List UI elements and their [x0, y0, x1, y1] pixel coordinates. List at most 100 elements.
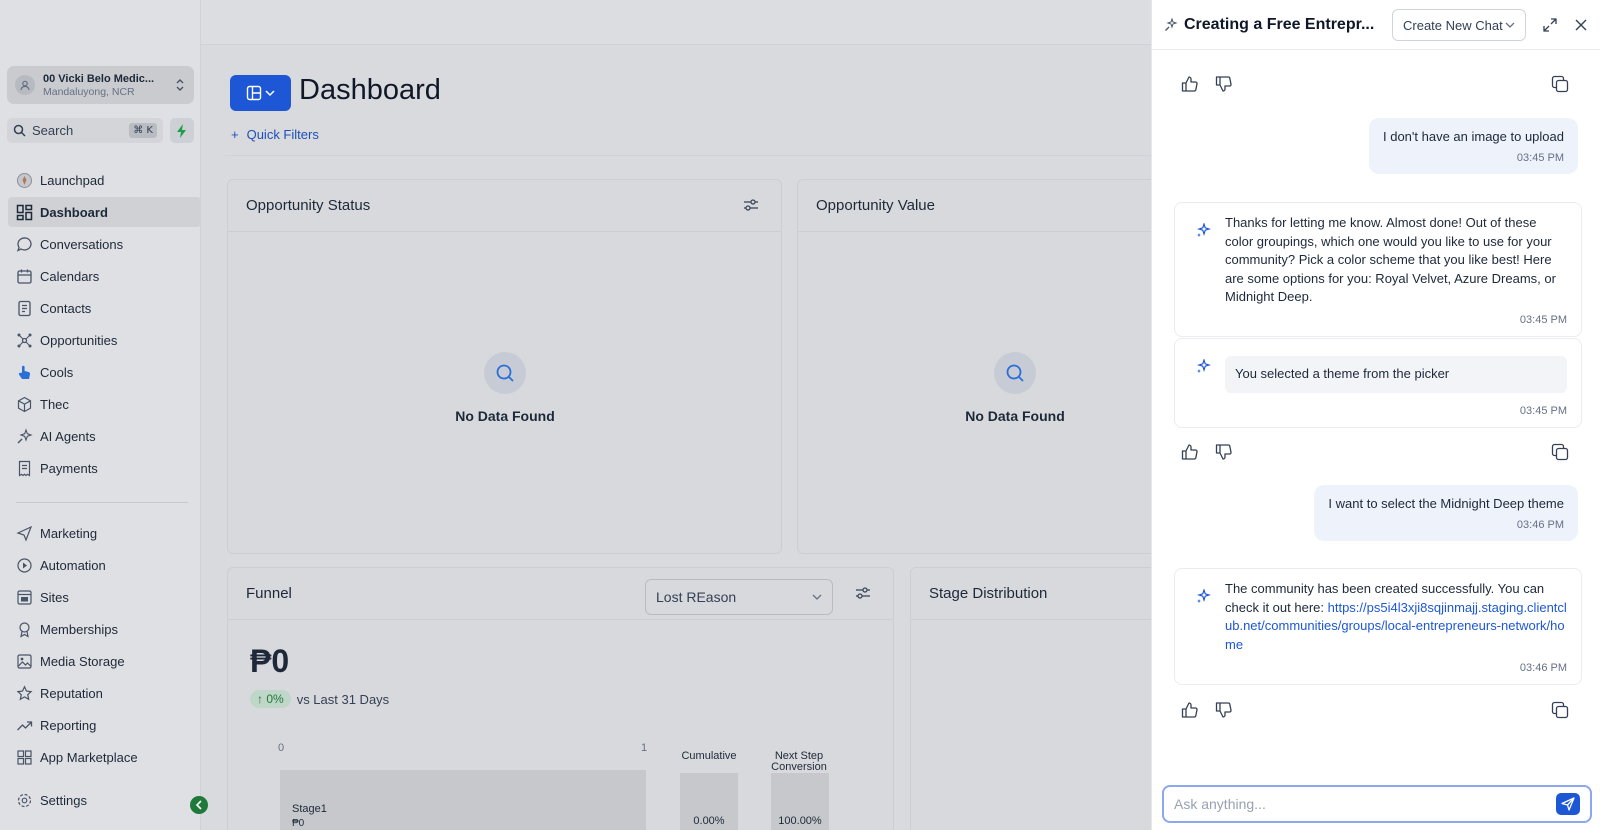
sidebar-item-cools[interactable]: Cools: [8, 357, 201, 387]
thumbs-up-icon[interactable]: [1180, 442, 1200, 462]
search-button[interactable]: Search ⌘ K: [7, 118, 163, 143]
send-icon: [1561, 797, 1575, 811]
ai-sparkle-icon: [1197, 223, 1211, 237]
sidebar-item-calendars[interactable]: Calendars: [8, 261, 201, 291]
theme-picker-result: You selected a theme from the picker: [1225, 356, 1567, 393]
quick-action-button[interactable]: [170, 118, 194, 143]
stage-distribution-card: Stage Distribution: [910, 567, 1167, 830]
lost-reason-select[interactable]: Lost REason: [645, 579, 833, 615]
search-icon: [13, 124, 26, 137]
sidebar-item-label: Payments: [40, 460, 98, 476]
sidebar-item-label: Calendars: [40, 268, 100, 284]
create-new-chat-select[interactable]: Create New Chat: [1392, 9, 1526, 41]
thumbs-up-icon[interactable]: [1180, 700, 1200, 720]
play-circle-icon: [17, 557, 32, 573]
search-shortcut: ⌘ K: [129, 123, 157, 138]
chat-header: Creating a Free Entrepr... Create New Ch…: [1152, 0, 1600, 50]
cumulative-ribbon: 0.00%: [680, 773, 738, 830]
thumbs-down-icon[interactable]: [1214, 442, 1234, 462]
assistant-message: The community has been created successfu…: [1174, 568, 1582, 685]
sidebar-item-label: Media Storage: [40, 653, 125, 669]
account-switcher[interactable]: 00 Vicki Belo Medic... Mandaluyong, NCR: [7, 66, 194, 104]
sidebar-item-conversations[interactable]: Conversations: [8, 229, 201, 259]
opportunity-value-card: Opportunity Value No Data Found: [797, 179, 1167, 554]
contact-book-icon: [18, 300, 31, 316]
apps-icon: [17, 749, 32, 765]
next-step-header: Next Step Conversion: [771, 750, 827, 773]
receipt-icon: [18, 460, 31, 477]
sidebar-item-label: Dashboard: [40, 204, 108, 220]
cumulative-value: 0.00%: [693, 815, 725, 827]
award-icon: [19, 621, 30, 638]
message-time: 03:46 PM: [1516, 519, 1564, 531]
copy-icon[interactable]: [1550, 442, 1570, 462]
layout-icon: [246, 85, 262, 101]
sidebar-item-settings[interactable]: Settings: [8, 785, 201, 815]
sidebar-item-sites[interactable]: Sites: [8, 582, 201, 612]
sidebar-item-thec[interactable]: Thec: [8, 389, 201, 419]
quick-filters-label: Quick Filters: [246, 127, 319, 142]
chat-title: Creating a Free Entrepr...: [1184, 15, 1375, 33]
user-message: I don't have an image to upload 03:45 PM: [1368, 118, 1578, 174]
sidebar-item-ai-agents[interactable]: AI Agents: [8, 421, 201, 451]
copy-icon[interactable]: [1550, 700, 1570, 720]
copy-icon[interactable]: [1550, 74, 1570, 94]
thumbs-down-icon[interactable]: [1214, 74, 1234, 94]
lightning-icon: [177, 123, 186, 138]
search-icon: [994, 352, 1036, 394]
sidebar-item-launchpad[interactable]: Launchpad: [8, 165, 201, 195]
sidebar-collapse-button[interactable]: [190, 796, 208, 814]
message-time: 03:46 PM: [1519, 662, 1567, 674]
filter-settings-icon[interactable]: [743, 198, 759, 212]
funnel-stage-bar[interactable]: Stage1 ₱0: [280, 770, 646, 830]
cube-icon: [17, 396, 32, 412]
select-value: Lost REason: [656, 589, 737, 605]
empty-state-text: No Data Found: [455, 408, 555, 424]
chat-composer: [1162, 785, 1592, 823]
calendar-icon: [17, 269, 32, 284]
sidebar-divider: [16, 502, 188, 503]
quick-filters-button[interactable]: + Quick Filters: [231, 127, 319, 142]
sidebar-item-opportunities[interactable]: Opportunities: [8, 325, 201, 355]
plus-icon: +: [231, 127, 239, 142]
sidebar-item-label: Marketing: [40, 525, 98, 541]
message-text: Thanks for letting me know. Almost done!…: [1225, 215, 1556, 304]
chevron-down-icon: [812, 594, 822, 600]
stage-name: Stage1: [292, 803, 327, 815]
sidebar-item-marketing[interactable]: Marketing: [8, 518, 201, 548]
sidebar-item-media-storage[interactable]: Media Storage: [8, 646, 201, 676]
new-chat-label: Create New Chat: [1403, 17, 1503, 33]
sidebar-item-automation[interactable]: Automation: [8, 550, 201, 580]
close-icon[interactable]: [1573, 17, 1589, 33]
sidebar-item-payments[interactable]: Payments: [8, 453, 201, 483]
card-title: Opportunity Status: [246, 197, 371, 214]
sidebar-item-app-marketplace[interactable]: App Marketplace: [8, 742, 201, 772]
sidebar-item-reputation[interactable]: Reputation: [8, 678, 201, 708]
funnel-change: ↑ 0% vs Last 31 Days: [250, 690, 389, 708]
sidebar-item-memberships[interactable]: Memberships: [8, 614, 201, 644]
filter-settings-icon[interactable]: [855, 586, 871, 600]
sidebar-item-reporting[interactable]: Reporting: [8, 710, 201, 740]
user-message: I want to select the Midnight Deep theme…: [1314, 485, 1578, 541]
change-badge: ↑ 0%: [250, 690, 291, 708]
thumbs-down-icon[interactable]: [1214, 700, 1234, 720]
thumbs-up-icon[interactable]: [1180, 74, 1200, 94]
message-actions: [1180, 700, 1580, 722]
sidebar-item-label: Conversations: [40, 236, 124, 252]
sidebar-item-contacts[interactable]: Contacts: [8, 293, 201, 323]
sidebar-item-label: Cools: [40, 364, 74, 380]
chevron-down-icon: [1505, 22, 1515, 28]
axis-max-label: 1: [641, 742, 648, 754]
send-button[interactable]: [1556, 793, 1580, 815]
dashboard-switcher-button[interactable]: [230, 75, 291, 111]
browser-icon: [17, 589, 32, 605]
sidebar-item-dashboard[interactable]: Dashboard: [8, 197, 201, 227]
expand-icon[interactable]: [1542, 17, 1558, 33]
top-bar: [201, 0, 1151, 45]
funnel-card: Funnel Lost REason ₱0 ↑ 0% vs Last 31 Da…: [227, 567, 894, 830]
sidebar-item-label: Thec: [40, 396, 69, 412]
ai-chat-panel: Creating a Free Entrepr... Create New Ch…: [1151, 0, 1600, 830]
next-step-ribbon: 100.00%: [771, 773, 829, 830]
card-title: Opportunity Value: [816, 197, 935, 214]
chat-input[interactable]: [1174, 796, 1556, 812]
